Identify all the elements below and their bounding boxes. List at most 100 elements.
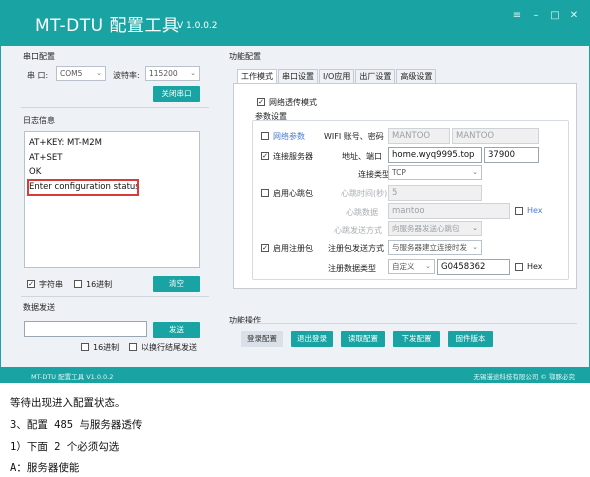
log-group-label: 日志信息 [23,116,55,125]
heartbeat-time-label: 心跳时间(秒) [341,189,388,198]
tab-serial-settings[interactable]: 串口设置 [278,69,318,83]
heartbeat-mode-label: 心跳发送方式 [334,226,382,235]
logout-button[interactable]: 退出登录 [291,331,333,347]
send-input[interactable] [24,321,147,337]
config-group-label: 功能配置 [229,52,261,61]
server-address-field[interactable]: home.wyq9995.top [388,147,482,163]
register-label: 启用注册包 [273,244,313,253]
login-config-button[interactable]: 登录配置 [241,331,283,347]
footer-copyright: 无锡漫途科技有限公司 © 鄂豚必究 [473,373,575,381]
heartbeat-mode-select[interactable]: 向服务器发送心跳包 ⌄ [388,221,482,236]
char-label: 字符串 [39,280,63,289]
heartbeat-data-field[interactable]: mantoo [388,203,510,219]
net-params-checkbox[interactable] [261,132,269,140]
hex-label: 16进制 [86,280,113,289]
send-hex-label: 16进制 [93,343,120,352]
log-line: AT+SET [29,153,63,163]
register-data-field[interactable]: G0458362 [437,259,510,275]
server-port-field[interactable]: 37900 [484,147,539,163]
app-title: MT-DTU 配置工具 [35,16,180,36]
app-version: V 1.0.0.2 [177,21,218,31]
chevron-down-icon: ⌄ [472,224,478,232]
log-line: OK [29,167,42,177]
title-bar: MT-DTU 配置工具 V 1.0.0.2 ≡ – □ ✕ [1,1,589,46]
chevron-down-icon: ⌄ [472,168,478,176]
port-value: COM5 [60,69,83,78]
baud-value: 115200 [149,69,178,78]
heartbeat-hex-checkbox[interactable] [515,207,523,215]
operations-group-label: 功能操作 [229,316,261,325]
register-type-label: 注册数据类型 [328,264,376,273]
net-params-label: 网络参数 [273,132,305,141]
conn-type-select[interactable]: TCP ⌄ [388,165,482,180]
newline-label: 以换行结尾发送 [141,343,197,352]
close-icon[interactable]: ✕ [569,11,579,21]
log-line: AT+KEY: MT-M2M [29,138,102,148]
conn-type-label: 连接类型 [358,170,390,179]
transparent-mode-checkbox[interactable]: ✓ [257,98,265,106]
heartbeat-label: 启用心跳包 [273,189,313,198]
conn-type-value: TCP [392,168,406,177]
send-button[interactable]: 发送 [153,322,200,338]
heartbeat-checkbox[interactable] [261,189,269,197]
register-hex-checkbox[interactable] [515,263,523,271]
wifi-account-field[interactable]: MANTOO [388,128,450,144]
port-select[interactable]: COM5 ⌄ [56,66,106,81]
write-config-button[interactable]: 下发配置 [393,331,440,347]
register-mode-label: 注册包发送方式 [328,244,384,253]
menu-icon[interactable]: ≡ [512,11,522,21]
hex-checkbox[interactable] [74,280,82,288]
heartbeat-mode-value: 向服务器发送心跳包 [392,224,460,233]
port-label: 串 口: [27,71,49,80]
highlight-box [27,179,139,196]
firmware-version-button[interactable]: 固件版本 [448,331,493,347]
register-mode-value: 与服务器建立连接时发 [392,243,467,252]
connect-server-checkbox[interactable]: ✓ [261,152,269,160]
baud-select[interactable]: 115200 ⌄ [145,66,200,81]
chevron-down-icon: ⌄ [472,243,478,251]
caption-line: 1）下面 2 个必须勾选 [10,441,120,453]
register-checkbox[interactable]: ✓ [261,244,269,252]
serial-group-label: 串口配置 [23,52,55,61]
chevron-down-icon: ⌄ [96,69,102,77]
minimize-icon[interactable]: – [531,11,541,21]
register-mode-select[interactable]: 与服务器建立连接时发 ⌄ [388,240,482,255]
close-port-button[interactable]: 关闭串口 [153,86,200,102]
connect-server-label: 连接服务器 [273,152,313,161]
char-checkbox[interactable]: ✓ [27,280,35,288]
caption-line: 3、配置 485 与服务器透传 [10,419,143,431]
wifi-password-field[interactable]: MANTOO [452,128,539,144]
caption-line: A：服务器使能 [10,462,80,474]
tab-work-mode[interactable]: 工作模式 [237,69,277,83]
heartbeat-time-field[interactable]: 5 [388,185,482,201]
wifi-label: WIFI 账号、密码 [324,132,384,141]
register-hex-label: Hex [527,262,543,271]
tab-advanced-settings[interactable]: 高级设置 [396,69,437,83]
config-tabs: 工作模式 串口设置 I/O应用 出厂设置 高级设置 [237,69,437,83]
divider [21,296,209,297]
tab-io-app[interactable]: I/O应用 [319,69,355,83]
chevron-down-icon: ⌄ [425,262,431,270]
maximize-icon[interactable]: □ [550,11,560,21]
heartbeat-data-label: 心跳数据 [346,208,378,217]
newline-checkbox[interactable] [129,343,137,351]
send-group-label: 数据发送 [23,303,55,312]
address-label: 地址、端口 [342,152,382,161]
log-textarea[interactable]: AT+KEY: MT-M2M AT+SET OK Enter configura… [24,131,200,268]
send-hex-checkbox[interactable] [81,343,89,351]
caption-line: 等待出现进入配置状态。 [10,397,126,409]
baud-label: 波特率: [113,71,140,80]
footer-app-version: MT-DTU 配置工具 V1.0.0.2 [31,373,114,381]
divider [21,107,209,108]
read-config-button[interactable]: 读取配置 [341,331,385,347]
register-type-value: 自定义 [392,262,415,271]
transparent-mode-label: 网络透传模式 [269,98,317,107]
clear-button[interactable]: 清空 [153,276,200,292]
chevron-down-icon: ⌄ [190,69,196,77]
tab-factory-settings[interactable]: 出厂设置 [355,69,396,83]
app-window: MT-DTU 配置工具 V 1.0.0.2 ≡ – □ ✕ 串口配置 串 口: … [0,0,590,383]
register-type-select[interactable]: 自定义 ⌄ [388,259,435,274]
status-bar: MT-DTU 配置工具 V1.0.0.2 无锡漫途科技有限公司 © 鄂豚必究 [1,367,589,383]
heartbeat-hex-label: Hex [527,206,543,215]
divider [233,323,577,324]
